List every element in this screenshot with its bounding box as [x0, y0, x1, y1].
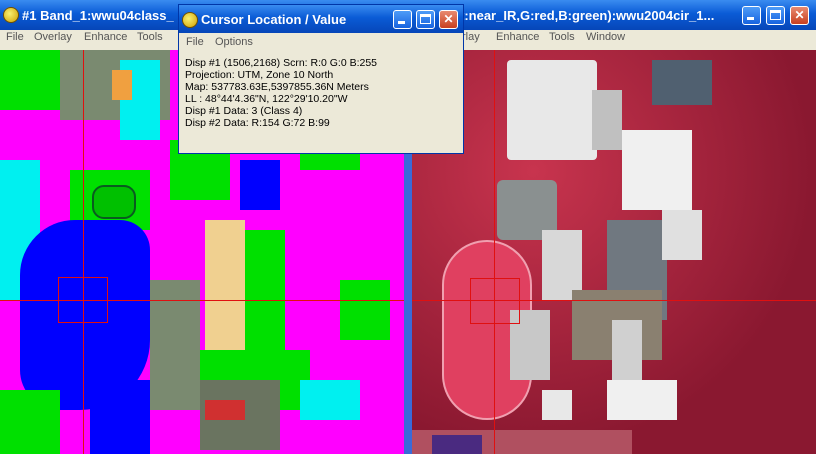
building-roof — [612, 320, 642, 380]
readout-display-coords: Disp #1 (1506,2168) Scrn: R:0 G:0 B:255 — [185, 57, 378, 69]
class-patch-tan — [205, 220, 245, 350]
cir-image-window: t:near_IR,G:red,B:green):wwu2004cir_1...… — [412, 0, 816, 454]
class-patch-red — [205, 400, 245, 420]
cursor-dialog-menubar: File Options — [179, 33, 463, 53]
building-roof — [622, 130, 692, 210]
readout-disp1-data: Disp #1 Data: 3 (Class 4) — [185, 105, 303, 118]
building-roof — [652, 60, 712, 105]
class-patch-blue — [240, 160, 280, 210]
crosshair-vertical — [494, 50, 495, 454]
cursor-location-dialog: Cursor Location / Value ✕ File Options D… — [178, 4, 464, 154]
class-patch-green — [340, 280, 390, 340]
readout-map-coords: Map: 537783.63E,5397855.36N Meters — [185, 81, 369, 94]
dialog-close-button[interactable]: ✕ — [439, 10, 458, 29]
cir-minimize-button[interactable] — [742, 6, 761, 25]
menu-enhance[interactable]: Enhance — [84, 31, 127, 43]
menu-overlay[interactable]: rlay — [462, 31, 480, 43]
menu-window[interactable]: Window — [586, 31, 625, 43]
readout-latlong: LL : 48°44'4.36"N, 122°29'10.20"W — [185, 93, 348, 106]
minimize-icon — [398, 21, 405, 24]
class-patch-orange — [112, 70, 132, 100]
cir-close-button[interactable]: ✕ — [790, 6, 809, 25]
class-patch-blue — [90, 380, 150, 454]
class-patch-cyan — [300, 380, 360, 420]
minimize-icon — [747, 17, 754, 20]
maximize-icon — [420, 14, 431, 24]
class-patch-green — [245, 230, 285, 350]
class-patch-green — [0, 50, 60, 110]
building-roof — [607, 380, 677, 420]
close-icon: ✕ — [443, 12, 454, 26]
tennis-courts — [432, 435, 482, 454]
envi-globe-icon — [182, 12, 198, 28]
cursor-dialog-titlebar[interactable]: Cursor Location / Value ✕ — [179, 5, 463, 33]
cir-window-title: t:near_IR,G:red,B:green):wwu2004cir_1... — [460, 8, 715, 23]
building-roof — [662, 210, 702, 260]
zoom-box[interactable] — [470, 278, 520, 324]
cir-window-titlebar[interactable]: t:near_IR,G:red,B:green):wwu2004cir_1...… — [412, 0, 816, 30]
menu-overlay[interactable]: Overlay — [34, 31, 72, 43]
close-icon: ✕ — [794, 8, 805, 22]
class-patch-green — [0, 390, 60, 454]
cir-maximize-button[interactable] — [766, 6, 785, 25]
dialog-maximize-button[interactable] — [416, 10, 435, 29]
dialog-minimize-button[interactable] — [393, 10, 412, 29]
cir-image[interactable] — [412, 50, 816, 454]
dialog-menu-file[interactable]: File — [186, 36, 204, 48]
cir-menubar: rlay Enhance Tools Window — [412, 30, 816, 46]
maximize-icon — [770, 10, 781, 20]
classification-window-title: #1 Band_1:wwu04class_ — [22, 8, 174, 23]
readout-projection: Projection: UTM, Zone 10 North — [185, 69, 334, 82]
envi-globe-icon — [3, 7, 19, 23]
building-roof — [592, 90, 622, 150]
menu-tools[interactable]: Tools — [549, 31, 575, 43]
readout-disp2-data: Disp #2 Data: R:154 G:72 B:99 — [185, 117, 330, 130]
cursor-dialog-title: Cursor Location / Value — [201, 12, 347, 27]
menu-file[interactable]: File — [6, 31, 24, 43]
cursor-readout: Disp #1 (1506,2168) Scrn: R:0 G:0 B:255 … — [185, 57, 377, 130]
crosshair-vertical — [83, 50, 84, 454]
zoom-box[interactable] — [58, 277, 108, 323]
menu-enhance[interactable]: Enhance — [496, 31, 539, 43]
class-patch-field — [92, 185, 136, 219]
building-roof — [507, 60, 597, 160]
dialog-menu-options[interactable]: Options — [215, 36, 253, 48]
menu-tools[interactable]: Tools — [137, 31, 163, 43]
building-roof — [542, 390, 572, 420]
